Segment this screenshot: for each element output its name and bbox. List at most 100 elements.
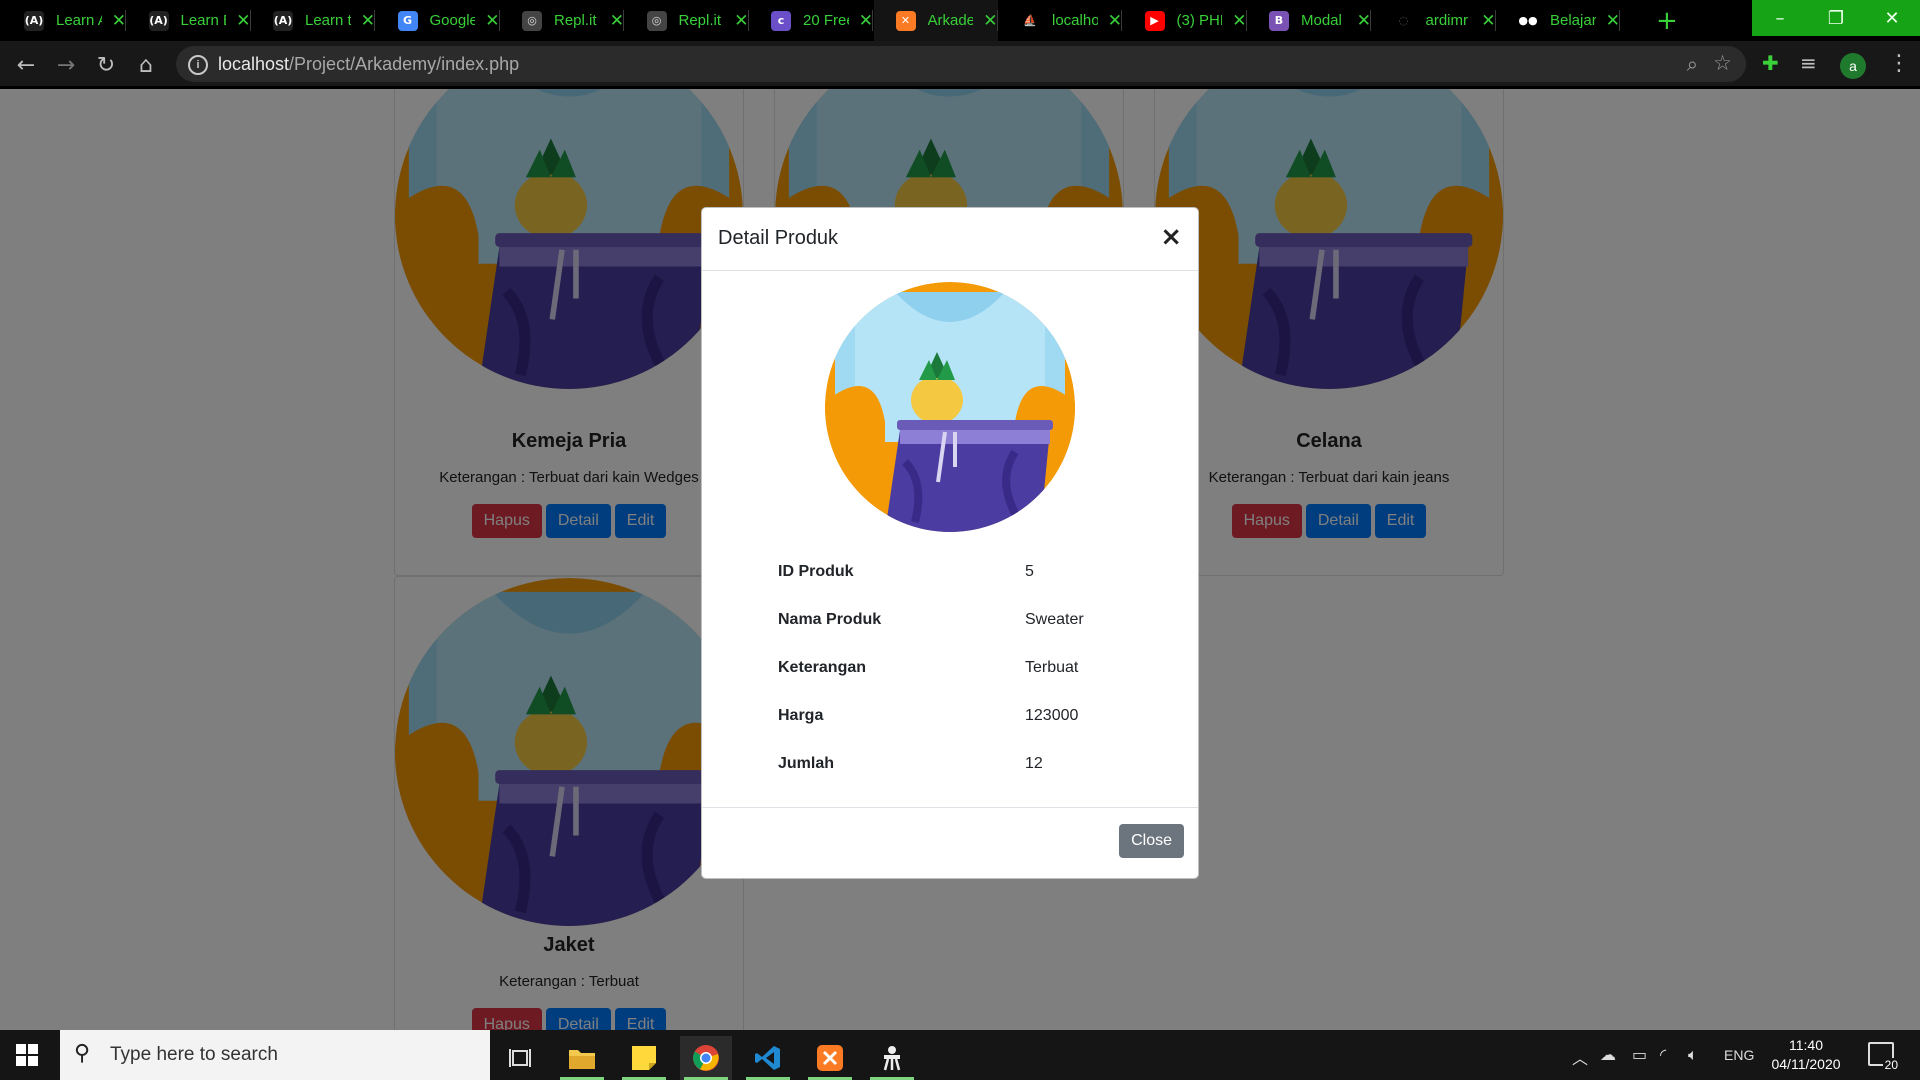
home-button[interactable]: ⌂: [132, 51, 160, 79]
snipping-tool-icon[interactable]: [866, 1036, 918, 1080]
detail-row: Harga 123000: [778, 692, 1084, 740]
sticky-notes-icon[interactable]: [618, 1036, 670, 1080]
window-controls: – ❐ ✕: [1752, 0, 1920, 36]
back-button[interactable]: ←: [12, 51, 40, 79]
new-tab-button[interactable]: +: [1656, 6, 1678, 36]
vscode-icon[interactable]: [742, 1036, 794, 1080]
reload-button[interactable]: ↻: [92, 51, 120, 79]
browser-tab[interactable]: ▶ (3) PHP ✕: [1123, 0, 1247, 41]
browser-tab[interactable]: (A) Learn the ✕: [251, 0, 375, 41]
youtube-icon: ▶: [1144, 10, 1165, 31]
browser-tab[interactable]: B Modal ✕: [1247, 0, 1371, 41]
tab-close-icon[interactable]: ✕: [610, 11, 624, 31]
browser-tab[interactable]: ●● Belajar ✕: [1496, 0, 1620, 41]
volume-icon[interactable]: 🔈︎: [1688, 1045, 1698, 1065]
browser-tab[interactable]: ◌ ardimr ✕: [1372, 0, 1496, 41]
tab-close-icon[interactable]: ✕: [1232, 11, 1246, 31]
detail-row: ID Produk 5: [778, 548, 1084, 596]
bootstrap-icon: B: [1269, 10, 1289, 31]
angular-icon: (A): [273, 10, 293, 31]
detail-value: 123000: [1025, 707, 1079, 724]
browser-tab[interactable]: c 20 Free ✕: [749, 0, 873, 41]
file-explorer-icon[interactable]: [556, 1036, 608, 1080]
restore-button[interactable]: ❐: [1808, 0, 1864, 36]
tab-close-icon[interactable]: ✕: [485, 11, 499, 31]
product-detail-table: ID Produk 5 Nama Produk Sweater Keterangan Te…: [778, 548, 1084, 788]
product-image: [825, 282, 1075, 532]
detail-row: Keterangan Terbuat: [778, 644, 1084, 692]
close-button[interactable]: Close: [1119, 824, 1184, 858]
tab-close-icon[interactable]: ✕: [1108, 11, 1122, 31]
profile-avatar[interactable]: a: [1840, 53, 1866, 79]
medium-icon: ●●: [1518, 10, 1538, 31]
site-info-icon[interactable]: i: [188, 55, 208, 75]
detail-row: Nama Produk Sweater: [778, 596, 1084, 644]
detail-label: Nama Produk: [778, 611, 882, 628]
onedrive-cloud-icon[interactable]: ☁: [1600, 1045, 1616, 1064]
browser-tab[interactable]: (A) Learn Angular ✕: [2, 0, 126, 41]
tab-close-icon[interactable]: ✕: [112, 11, 126, 31]
url-text[interactable]: localhost/Project/Arkademy/index.php: [218, 54, 519, 75]
tab-separator: [1619, 10, 1620, 31]
tab-title: localhost: [1052, 12, 1098, 29]
wifi-icon[interactable]: ◜: [1660, 1045, 1666, 1064]
close-window-button[interactable]: ✕: [1864, 0, 1920, 36]
browser-tab[interactable]: ◎ Repl.it ✕: [625, 0, 749, 41]
detail-label: Jumlah: [778, 755, 835, 772]
page-content: Kemeja Pria Keterangan : Terbuat dari ka…: [0, 89, 1920, 1030]
bookmark-star-icon[interactable]: ☆: [1713, 51, 1732, 75]
tab-title: Google Translate: [429, 12, 476, 29]
xampp-icon[interactable]: [804, 1036, 856, 1080]
action-center-icon[interactable]: 20: [1868, 1042, 1900, 1072]
show-hidden-icons-chevron[interactable]: ︿: [1572, 1045, 1588, 1069]
tab-title: ardimr: [1425, 12, 1469, 29]
windows-start-icon[interactable]: [16, 1044, 38, 1066]
address-bar[interactable]: i localhost/Project/Arkademy/index.php ⌕…: [176, 46, 1746, 82]
detail-value: 12: [1025, 755, 1043, 772]
tab-close-icon[interactable]: ✕: [859, 11, 873, 31]
browser-toolbar: ← → ↻ ⌂ i localhost/Project/Arkademy/ind…: [0, 41, 1920, 88]
replit-icon: ◎: [522, 10, 542, 31]
clock-date: 04/11/2020: [1771, 1056, 1841, 1072]
taskbar-clock[interactable]: 11:40 04/11/2020: [1766, 1036, 1846, 1074]
detail-label: ID Produk: [778, 563, 854, 580]
tab-title: Learn the: [305, 12, 351, 29]
tab-title: Repl.it: [678, 12, 722, 29]
battery-icon[interactable]: ▭: [1632, 1045, 1647, 1064]
detail-value: Terbuat: [1025, 659, 1079, 676]
tab-title: Learn Angular: [56, 12, 102, 29]
browser-tab[interactable]: (A) Learn Bootstrap ✕: [127, 0, 251, 41]
search-placeholder: Type here to search: [110, 1044, 278, 1065]
detail-label: Keterangan: [778, 659, 867, 676]
input-language[interactable]: ENG: [1724, 1047, 1754, 1063]
minimize-button[interactable]: –: [1752, 0, 1808, 36]
tab-title: (3) PHP: [1176, 12, 1223, 29]
modal-close-icon[interactable]: ×: [1160, 222, 1182, 252]
tab-close-icon[interactable]: ✕: [1357, 11, 1371, 31]
github-icon: ◌: [1393, 10, 1414, 31]
forward-button[interactable]: →: [52, 51, 80, 79]
extensions-puzzle-icon[interactable]: ✚: [1762, 51, 1779, 75]
phpmyadmin-icon: ⛵: [1020, 10, 1040, 31]
zoom-icon[interactable]: ⌕: [1687, 52, 1698, 76]
tab-close-icon[interactable]: ✕: [734, 11, 748, 31]
browser-tab[interactable]: ⛵ localhost ✕: [998, 0, 1122, 41]
task-view-icon[interactable]: [494, 1036, 546, 1080]
taskbar-search-box[interactable]: ⚲ Type here to search: [60, 1030, 490, 1080]
tab-close-icon[interactable]: ✕: [1481, 11, 1495, 31]
tab-close-icon[interactable]: ✕: [361, 11, 375, 31]
reading-list-icon[interactable]: ≡: [1800, 51, 1817, 75]
browser-tab[interactable]: ✕ Arkademy ✕: [873, 0, 998, 41]
browser-tab[interactable]: ◎ Repl.it ✕: [500, 0, 624, 41]
chrome-icon[interactable]: [680, 1036, 732, 1080]
google-translate-icon: G: [397, 10, 418, 31]
detail-row: Jumlah 12: [778, 740, 1084, 788]
browser-tab[interactable]: G Google Translate ✕: [376, 0, 500, 41]
modal-title: Detail Produk: [718, 227, 839, 249]
tab-close-icon[interactable]: ✕: [1606, 11, 1620, 31]
detail-value: 5: [1025, 563, 1034, 580]
tab-close-icon[interactable]: ✕: [983, 11, 997, 31]
tab-title: Arkademy: [927, 12, 974, 29]
tab-close-icon[interactable]: ✕: [236, 11, 250, 31]
chrome-menu-icon[interactable]: ⋮: [1888, 51, 1910, 76]
